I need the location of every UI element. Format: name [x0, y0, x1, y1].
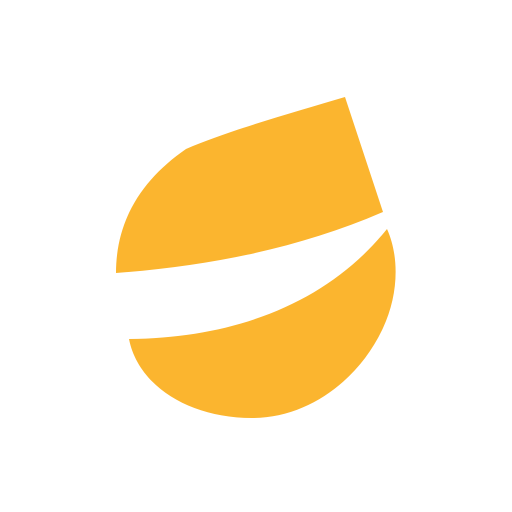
yellow-drop-logo-icon: [116, 97, 396, 418]
app-icon-canvas: [0, 0, 512, 512]
logo-upper-segment: [116, 97, 383, 273]
